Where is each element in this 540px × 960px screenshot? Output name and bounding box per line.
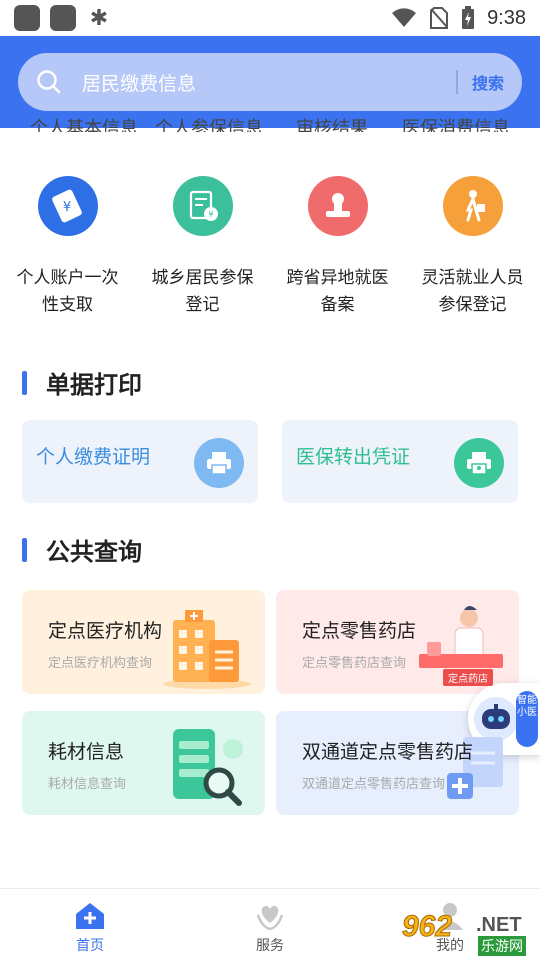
svg-text:¥: ¥ [62,200,70,215]
battery-charging-icon [462,6,475,29]
service-label: 灵活就业人员 参保登记 [421,268,524,314]
watermark-site: 乐游网 [478,936,526,956]
clipped-label[interactable]: 个人基本信息 [30,114,138,132]
home-icon [76,903,104,929]
watermark-logo: 962 .NET 乐游网 [401,910,538,956]
query-card-consumables[interactable]: 耗材信息 耗材信息查询 [22,711,265,815]
print-card-label: 个人缴费证明 [36,447,151,468]
service-account-withdraw[interactable]: ¥ 个人账户一次 性支取 [0,176,135,318]
query-card-medical-institution[interactable]: 定点医疗机构 定点医疗机构查询 [22,590,265,694]
section-accent-bar [22,370,27,395]
service-label: 城乡居民参保 登记 [151,268,254,314]
clock: 9:38 [487,6,526,29]
watermark-net: .NET [476,914,522,936]
clipped-label[interactable]: 审核结果 [296,114,368,132]
tab-label: 服务 [256,937,284,953]
watermark-number: 962 [401,910,453,944]
medical-card-icon [447,737,503,799]
clipped-label[interactable]: 医保消费信息 [402,114,510,132]
wifi-icon [392,8,417,27]
hospital-building-icon [163,610,251,689]
clipped-label[interactable]: 个人参保信息 [155,114,263,132]
section-title-print: 单据打印 [22,365,142,400]
search-bar[interactable]: 居民缴费信息 搜索 [18,53,522,111]
query-card-subtitle: 耗材信息查询 [48,776,127,791]
service-cross-province[interactable]: 跨省异地就医 备案 [270,176,405,318]
no-sim-icon [430,7,449,29]
bug-icon: ✱ [89,5,109,30]
query-card-title: 定点医疗机构 [48,621,163,642]
service-resident-enroll[interactable]: ¥ 城乡居民参保 登记 [135,176,270,318]
tab-label: 首页 [76,937,104,953]
search-icon [37,70,61,94]
query-card-dual-channel-pharmacy[interactable]: 双通道定点零售药店 双通道定点零售药店查询 [276,711,519,815]
search-button[interactable]: 搜索 [472,70,504,94]
query-card-subtitle: 双通道定点零售药店查询 [302,776,446,791]
query-card-title: 双通道定点零售药店 [302,742,474,763]
print-card-label: 医保转出凭证 [296,447,411,468]
print-card-payment-proof[interactable]: 个人缴费证明 [22,420,258,503]
tab-home[interactable]: 首页 [0,889,180,960]
heart-hand-icon [256,905,284,931]
clipped-service-row: 个人基本信息 个人参保信息 审核结果 医保消费信息 [0,112,540,132]
search-divider [455,70,458,94]
resident-enroll-icon: ¥ [172,176,233,236]
certificate-icon [454,438,504,488]
phone-magnifier-icon [173,729,243,806]
query-card-title: 定点零售药店 [302,621,417,642]
service-label: 跨省异地就医 备案 [286,268,389,314]
query-card-subtitle: 定点零售药店查询 [302,655,407,670]
search-input[interactable]: 居民缴费信息 [82,69,196,96]
section-title-text: 单据打印 [46,372,142,399]
svg-text:¥: ¥ [208,210,213,219]
service-grid: ¥ 个人账户一次 性支取 ¥ 城乡居民参保 登记 跨省异地就医 备案 灵活就业人… [0,176,540,318]
flexible-worker-icon [442,176,503,236]
stamp-icon [307,176,368,236]
section-title-query: 公共查询 [22,532,142,567]
printer-icon [194,438,244,488]
service-label: 个人账户一次 性支取 [16,268,119,314]
assistant-label: 智能小医 [516,691,538,747]
query-card-retail-pharmacy[interactable]: 定点零售药店 定点零售药店查询 定点药店 [276,590,519,694]
notification-icon [14,5,40,31]
query-card-subtitle: 定点医疗机构查询 [48,655,153,670]
notification-icon [50,5,76,31]
tab-services[interactable]: 服务 [180,889,360,960]
print-card-transfer-certificate[interactable]: 医保转出凭证 [282,420,518,503]
account-withdraw-icon: ¥ [37,176,98,236]
query-card-title: 耗材信息 [48,742,125,763]
status-bar: ✱ 9:38 [0,0,540,36]
section-title-text: 公共查询 [46,539,142,566]
section-accent-bar [22,537,27,562]
service-flexible-worker[interactable]: 灵活就业人员 参保登记 [405,176,540,318]
pharmacy-sign: 定点药店 [443,669,493,686]
